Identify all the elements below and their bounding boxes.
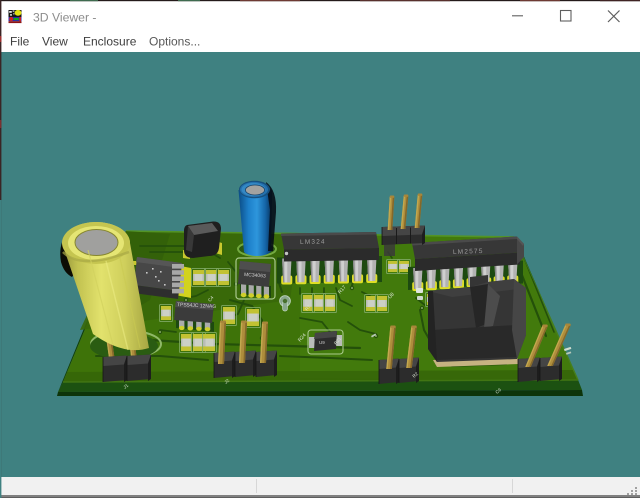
svg-text:Enclosure: Enclosure bbox=[83, 35, 137, 49]
svg-text:View: View bbox=[42, 35, 68, 49]
svg-text:U9: U9 bbox=[319, 340, 325, 345]
svg-text:3D Viewer -: 3D Viewer - bbox=[33, 11, 96, 25]
svg-text:File: File bbox=[10, 35, 30, 49]
svg-text:Options...: Options... bbox=[149, 35, 200, 49]
svg-text:LM2575: LM2575 bbox=[453, 248, 484, 256]
svg-text:LM324: LM324 bbox=[300, 239, 326, 246]
